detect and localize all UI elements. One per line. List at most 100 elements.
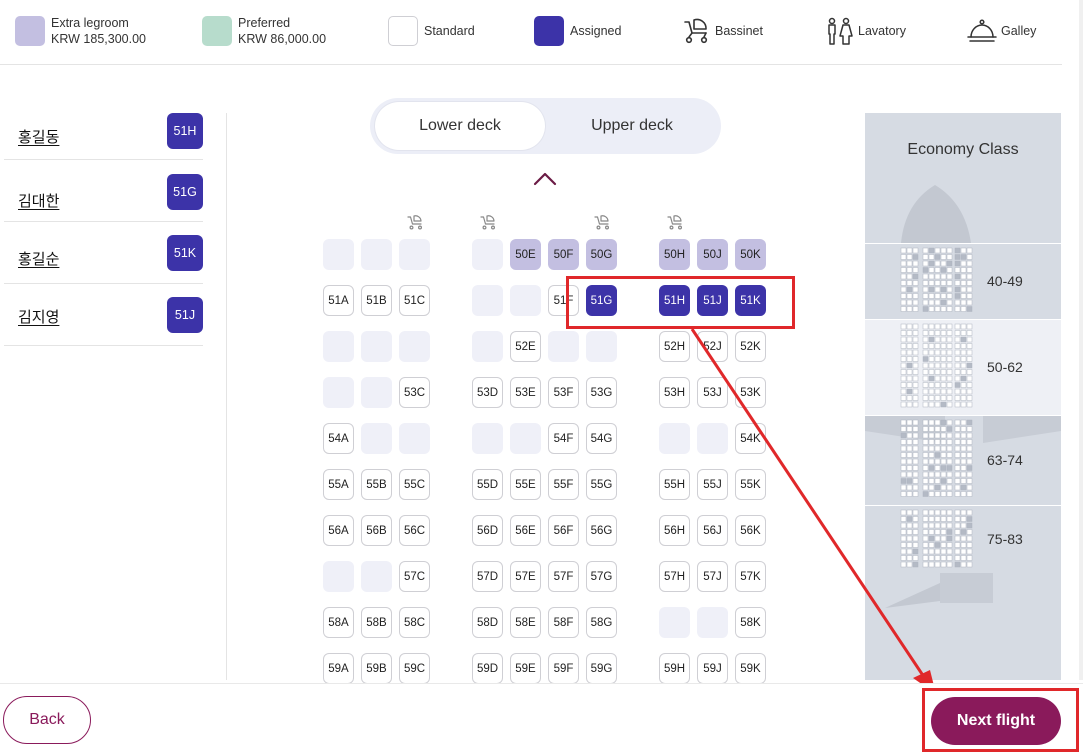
minimap-row-range: 75-83 [987,531,1023,547]
legend-galley: Galley [967,15,1036,47]
seat-53F[interactable]: 53F [548,377,579,408]
seat-56B[interactable]: 56B [361,515,392,546]
seat-58A[interactable]: 58A [323,607,354,638]
passenger-row[interactable]: 김지영 51J [4,284,203,346]
seat-55F[interactable]: 55F [548,469,579,500]
seat-54F[interactable]: 54F [548,423,579,454]
minimap-section[interactable]: 63-74 [865,415,1061,505]
seat-57F[interactable]: 57F [548,561,579,592]
seat-57E[interactable]: 57E [510,561,541,592]
seat-50F[interactable]: 50F [548,239,579,270]
seat-56J[interactable]: 56J [697,515,728,546]
seat-58E[interactable]: 58E [510,607,541,638]
seat-50J[interactable]: 50J [697,239,728,270]
legend-price: KRW 86,000.00 [238,31,326,47]
scrollbar[interactable] [1079,0,1083,680]
seat-53E[interactable]: 53E [510,377,541,408]
seat-50H[interactable]: 50H [659,239,690,270]
seat-57H[interactable]: 57H [659,561,690,592]
seat-56A[interactable]: 56A [323,515,354,546]
seat-59D[interactable]: 59D [472,653,503,684]
seat-54A[interactable]: 54A [323,423,354,454]
seat-58C[interactable]: 58C [399,607,430,638]
seat-58F[interactable]: 58F [548,607,579,638]
seat-55H[interactable]: 55H [659,469,690,500]
seat-51D [472,285,503,316]
minimap-section[interactable]: 50-62 [865,319,1061,415]
upper-deck-tab[interactable]: Upper deck [547,102,717,150]
seat-52E[interactable]: 52E [510,331,541,362]
seat-59K[interactable]: 59K [735,653,766,684]
seat-57D[interactable]: 57D [472,561,503,592]
seat-53G[interactable]: 53G [586,377,617,408]
seat-52K[interactable]: 52K [735,331,766,362]
seat-50G[interactable]: 50G [586,239,617,270]
seat-53C[interactable]: 53C [399,377,430,408]
seat-56E[interactable]: 56E [510,515,541,546]
back-button[interactable]: Back [3,696,91,744]
passenger-row[interactable]: 홍길동 51H [4,98,203,160]
seat-52A [323,331,354,362]
seat-58B[interactable]: 58B [361,607,392,638]
seat-59E[interactable]: 59E [510,653,541,684]
legend-assigned: Assigned [534,15,621,47]
seat-53K[interactable]: 53K [735,377,766,408]
seat-53H[interactable]: 53H [659,377,690,408]
seat-55E[interactable]: 55E [510,469,541,500]
bassinet-icon [593,213,611,231]
seat-55A[interactable]: 55A [323,469,354,500]
seat-50E[interactable]: 50E [510,239,541,270]
lower-deck-tab[interactable]: Lower deck [375,102,545,150]
passenger-seat-badge: 51J [167,297,203,333]
seat-53D[interactable]: 53D [472,377,503,408]
seat-55B[interactable]: 55B [361,469,392,500]
seat-59J[interactable]: 59J [697,653,728,684]
seat-53A [323,377,354,408]
seat-55K[interactable]: 55K [735,469,766,500]
stroller-icon [681,16,711,46]
seat-59B[interactable]: 59B [361,653,392,684]
seat-58D[interactable]: 58D [472,607,503,638]
seat-51B[interactable]: 51B [361,285,392,316]
seat-54G[interactable]: 54G [586,423,617,454]
seat-50D [472,239,503,270]
seat-55D[interactable]: 55D [472,469,503,500]
passenger-row[interactable]: 김대한 51G [4,160,203,222]
seat-57C[interactable]: 57C [399,561,430,592]
seat-51C[interactable]: 51C [399,285,430,316]
passenger-row[interactable]: 홍길순 51K [4,222,203,284]
seat-56F[interactable]: 56F [548,515,579,546]
preferred-swatch [202,16,232,46]
legend-label: Assigned [570,23,621,39]
seat-56D[interactable]: 56D [472,515,503,546]
seat-55C[interactable]: 55C [399,469,430,500]
seat-55J[interactable]: 55J [697,469,728,500]
seat-52H[interactable]: 52H [659,331,690,362]
seat-59H[interactable]: 59H [659,653,690,684]
seat-59A[interactable]: 59A [323,653,354,684]
minimap-section[interactable]: 40-49 [865,243,1061,319]
seat-57J[interactable]: 57J [697,561,728,592]
seat-59G[interactable]: 59G [586,653,617,684]
seat-50K[interactable]: 50K [735,239,766,270]
seat-58G[interactable]: 58G [586,607,617,638]
chevron-up-icon[interactable] [531,170,559,188]
seat-57K[interactable]: 57K [735,561,766,592]
seat-59F[interactable]: 59F [548,653,579,684]
minimap-row-range: 63-74 [987,452,1023,468]
seat-59C[interactable]: 59C [399,653,430,684]
minimap-seat-grid [865,320,1061,416]
legend-standard: Standard [388,15,475,47]
seat-58K[interactable]: 58K [735,607,766,638]
seat-56G[interactable]: 56G [586,515,617,546]
minimap-section[interactable]: 75-83 [865,505,1061,573]
seat-55G[interactable]: 55G [586,469,617,500]
seat-54K[interactable]: 54K [735,423,766,454]
seat-52J[interactable]: 52J [697,331,728,362]
seat-56K[interactable]: 56K [735,515,766,546]
seat-56C[interactable]: 56C [399,515,430,546]
seat-53J[interactable]: 53J [697,377,728,408]
seat-51A[interactable]: 51A [323,285,354,316]
seat-57G[interactable]: 57G [586,561,617,592]
seat-56H[interactable]: 56H [659,515,690,546]
